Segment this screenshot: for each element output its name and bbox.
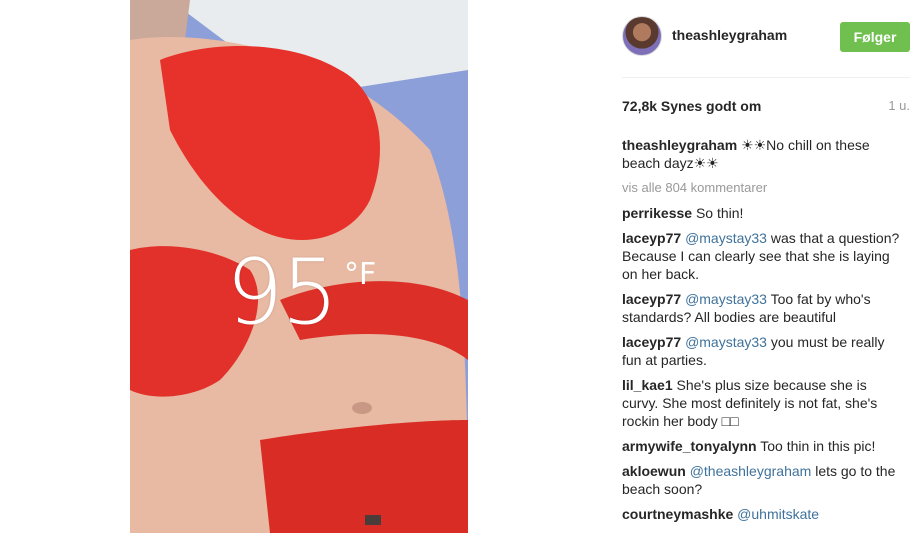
comment-username[interactable]: laceyp77 bbox=[622, 291, 681, 307]
comment-username[interactable]: laceyp77 bbox=[622, 230, 681, 246]
comment-username[interactable]: lil_kae1 bbox=[622, 377, 673, 393]
comment-mention[interactable]: @maystay33 bbox=[685, 230, 767, 246]
header-divider bbox=[622, 77, 910, 78]
comment-mention[interactable]: @uhmitskate bbox=[737, 506, 819, 522]
follow-button[interactable]: Følger bbox=[840, 22, 910, 52]
list-item: laceyp77 @maystay33 Too fat by who's sta… bbox=[622, 290, 902, 326]
comment-list: theashleygraham ☀☀No chill on these beac… bbox=[622, 136, 902, 530]
comment-username[interactable]: courtneymashke bbox=[622, 506, 733, 522]
comment-mention[interactable]: @maystay33 bbox=[685, 334, 767, 350]
list-item: courtneymashke @uhmitskate bbox=[622, 505, 902, 523]
likes-count[interactable]: 72,8k Synes godt om bbox=[622, 98, 761, 114]
caption: theashleygraham ☀☀No chill on these beac… bbox=[622, 136, 902, 172]
comment-mention[interactable]: @theashleygraham bbox=[690, 463, 812, 479]
comment-text: Too thin in this pic! bbox=[760, 438, 876, 454]
list-item: armywife_tonyalynn Too thin in this pic! bbox=[622, 437, 902, 455]
comment-mention[interactable]: @maystay33 bbox=[685, 291, 767, 307]
view-all-comments-link[interactable]: vis alle 804 kommentarer bbox=[622, 179, 902, 197]
temperature-value: 95 bbox=[226, 240, 339, 345]
comment-username[interactable]: laceyp77 bbox=[622, 334, 681, 350]
comment-username[interactable]: akloewun bbox=[622, 463, 686, 479]
list-item: laceyp77 @maystay33 was that a question?… bbox=[622, 229, 902, 283]
comment-username[interactable]: perrikesse bbox=[622, 205, 692, 221]
comment-text: So thin! bbox=[695, 205, 744, 221]
list-item: lil_kae1 She's plus size because she is … bbox=[622, 376, 902, 430]
list-item: akloewun @theashleygraham lets go to the… bbox=[622, 462, 902, 498]
comment-username[interactable]: armywife_tonyalynn bbox=[622, 438, 757, 454]
caption-username[interactable]: theashleygraham bbox=[622, 137, 737, 153]
list-item: perrikesse So thin! bbox=[622, 204, 902, 222]
post-header: theashleygraham Følger bbox=[622, 16, 912, 60]
post-time[interactable]: 1 u. bbox=[888, 98, 910, 113]
post-username[interactable]: theashleygraham bbox=[672, 27, 787, 43]
list-item: laceyp77 @maystay33 you must be really f… bbox=[622, 333, 902, 369]
avatar[interactable] bbox=[622, 16, 662, 56]
post-photo[interactable]: 95 °F bbox=[130, 0, 468, 533]
temperature-unit: °F bbox=[344, 257, 377, 292]
post-side-panel: theashleygraham Følger 72,8k Synes godt … bbox=[608, 0, 916, 533]
